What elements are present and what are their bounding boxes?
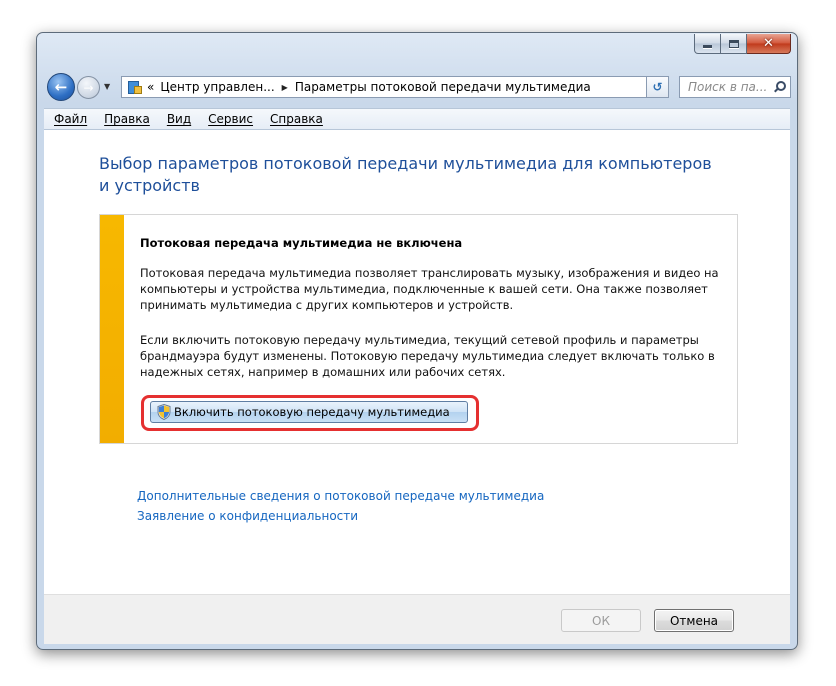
recent-pages-dropdown[interactable]: ▼ <box>104 82 110 91</box>
ok-button[interactable]: ОК <box>561 609 641 632</box>
warning-stripe <box>100 215 124 443</box>
search-input[interactable]: Поиск в па... <box>679 76 791 98</box>
back-arrow-icon: ← <box>54 77 68 96</box>
menu-edit[interactable]: Правка <box>104 112 150 126</box>
more-info-link[interactable]: Дополнительные сведения о потоковой пере… <box>137 486 544 506</box>
forward-arrow-icon: → <box>83 80 94 95</box>
menu-bar: Файл Правка Вид Сервис Справка <box>44 108 790 130</box>
maximize-icon <box>728 39 739 48</box>
enable-streaming-button[interactable]: Включить потоковую передачу мультимедиа <box>150 401 468 423</box>
menu-file[interactable]: Файл <box>54 112 87 126</box>
address-overflow[interactable]: « <box>147 80 154 94</box>
help-links: Дополнительные сведения о потоковой пере… <box>137 486 544 526</box>
close-button[interactable]: ✕ <box>747 34 791 54</box>
window: ✕ ← → ▼ « Центр управлен... ▶ Параметры … <box>36 32 798 650</box>
minimize-button[interactable] <box>694 34 721 54</box>
refresh-button[interactable]: ↺ <box>646 76 669 98</box>
maximize-button[interactable] <box>721 34 747 54</box>
content-area: Выбор параметров потоковой передачи муль… <box>44 130 790 594</box>
menu-view[interactable]: Вид <box>167 112 191 126</box>
minimize-icon <box>703 45 712 48</box>
info-paragraph-2: Если включить потоковую передачу мультим… <box>140 333 715 379</box>
refresh-icon: ↺ <box>652 80 663 94</box>
page-title: Выбор параметров потоковой передачи муль… <box>99 154 712 195</box>
control-panel-icon <box>127 80 142 94</box>
close-icon: ✕ <box>763 36 774 51</box>
streaming-info-box: Потоковая передача мультимедиа не включе… <box>99 214 738 444</box>
search-icon[interactable] <box>773 81 786 93</box>
breadcrumb-media-streaming[interactable]: Параметры потоковой передачи мультимедиа <box>295 80 591 94</box>
forward-button[interactable]: → <box>77 76 100 99</box>
menu-help[interactable]: Справка <box>270 112 323 126</box>
privacy-statement-link[interactable]: Заявление о конфиденциальности <box>137 506 544 526</box>
search-placeholder: Поиск в па... <box>688 80 768 94</box>
uac-shield-icon <box>157 404 171 420</box>
cancel-button[interactable]: Отмена <box>654 609 734 632</box>
menu-tools[interactable]: Сервис <box>208 112 253 126</box>
back-button[interactable]: ← <box>47 73 75 101</box>
info-title: Потоковая передача мультимедиа не включе… <box>140 236 463 250</box>
breadcrumb-control-panel[interactable]: Центр управлен... <box>160 80 274 94</box>
info-paragraph-1: Потоковая передача мультимедиа позволяет… <box>140 266 719 312</box>
breadcrumb-separator-icon[interactable]: ▶ <box>282 83 288 92</box>
caption-buttons: ✕ <box>694 34 791 54</box>
dialog-button-bar: ОК Отмена <box>44 594 790 644</box>
enable-streaming-label: Включить потоковую передачу мультимедиа <box>174 405 450 419</box>
address-bar[interactable]: « Центр управлен... ▶ Параметры потоково… <box>121 76 667 98</box>
